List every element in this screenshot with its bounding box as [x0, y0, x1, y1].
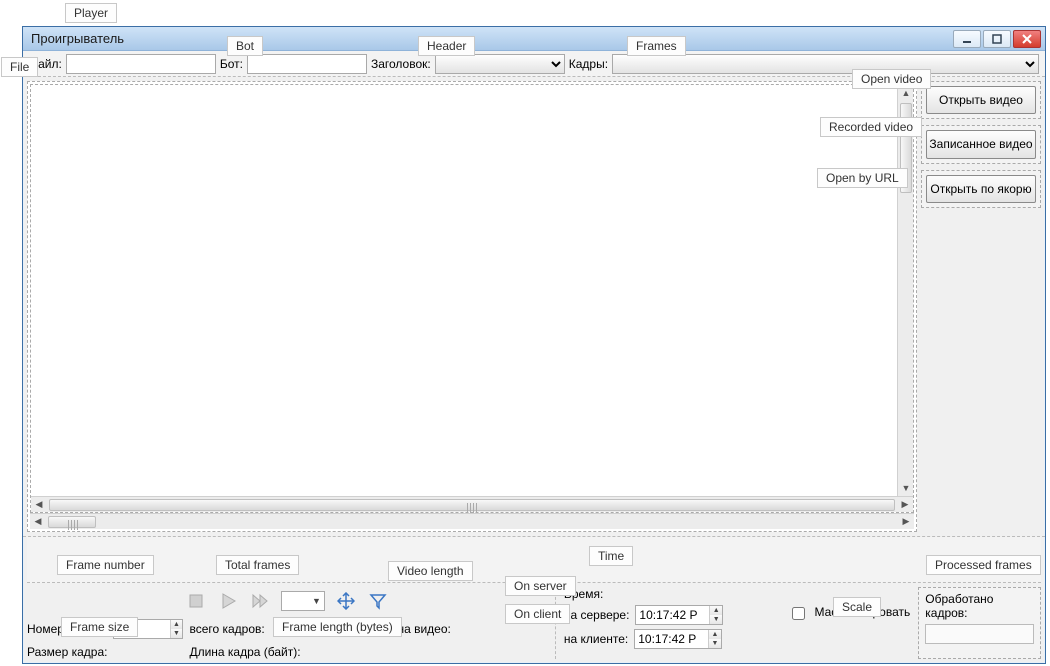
tag-player: Player [65, 3, 117, 23]
tag-frames: Frames [627, 36, 686, 56]
video-viewport [31, 85, 897, 496]
processed-label: Обработано кадров: [925, 592, 1034, 620]
speed-dropdown[interactable]: ▼ [281, 591, 325, 611]
minimize-button[interactable] [953, 30, 981, 48]
processed-column: Обработано кадров: [918, 587, 1041, 659]
open-video-button[interactable]: Открыть видео [926, 86, 1036, 114]
bot-label: Бот: [220, 57, 243, 71]
scroll-left-icon[interactable]: ◀ [31, 497, 47, 513]
frame-size-label: Размер кадра: [27, 645, 107, 659]
tag-recorded-video: Recorded video [820, 117, 922, 137]
recorded-video-panel: Записанное видео [921, 125, 1041, 163]
client-time-stepper[interactable]: ▲▼ [634, 629, 722, 649]
total-frames-label: всего кадров: [189, 622, 264, 636]
stepper-up-icon[interactable]: ▲ [171, 620, 183, 629]
tag-open-video: Open video [852, 69, 931, 89]
stepper-down-icon[interactable]: ▼ [171, 629, 183, 638]
tag-time: Time [589, 546, 633, 566]
tag-frame-length-bytes: Frame length (bytes) [273, 617, 402, 637]
frames-select[interactable] [612, 54, 1039, 74]
titlebar: Проигрыватель [23, 27, 1045, 51]
tag-file: File [1, 57, 38, 77]
stop-button[interactable] [185, 590, 207, 612]
time-heading: Время: [564, 587, 781, 601]
window-title: Проигрыватель [31, 31, 951, 46]
play-button[interactable] [217, 590, 239, 612]
stepper-down-icon[interactable]: ▼ [710, 615, 722, 624]
tag-total-frames: Total frames [216, 555, 299, 575]
scroll-left-icon[interactable]: ◀ [30, 514, 46, 530]
tag-open-by-url: Open by URL [817, 168, 908, 188]
stepper-up-icon[interactable]: ▲ [710, 606, 722, 615]
outer-scroll-horizontal[interactable]: ◀ ▶ [30, 513, 914, 529]
server-time-stepper[interactable]: ▲▼ [635, 605, 723, 625]
frames-label: Кадры: [569, 57, 608, 71]
server-time-input[interactable] [636, 606, 709, 624]
viewer-inner: ▲ ▼ ◀ ▶ [30, 84, 914, 513]
open-by-anchor-button[interactable]: Открыть по якорю [926, 175, 1036, 203]
bot-input[interactable] [247, 54, 367, 74]
viewport-scroll-horizontal[interactable]: ◀ ▶ [31, 496, 913, 512]
move-tool-icon[interactable] [335, 590, 357, 612]
main-row: ▲ ▼ ◀ ▶ ◀ ▶ [23, 77, 1045, 537]
tag-video-length: Video length [388, 561, 473, 581]
filter-icon[interactable] [367, 590, 389, 612]
file-input[interactable] [66, 54, 216, 74]
close-button[interactable] [1013, 30, 1041, 48]
time-column: Время: на сервере: ▲▼ на клиенте: ▲▼ [555, 587, 781, 659]
scroll-right-icon[interactable]: ▶ [897, 497, 913, 513]
tag-frame-size: Frame size [61, 617, 138, 637]
header-label: Заголовок: [371, 57, 431, 71]
tag-header: Header [418, 36, 475, 56]
open-by-anchor-panel: Открыть по якорю [921, 170, 1041, 208]
playback-toolbar: ▼ [27, 587, 547, 615]
tag-on-server: On server [505, 576, 576, 596]
fast-forward-button[interactable] [249, 590, 271, 612]
open-video-panel: Открыть видео [921, 81, 1041, 119]
tag-frame-number: Frame number [57, 555, 154, 575]
client-time-label: на клиенте: [564, 632, 628, 646]
tag-processed-frames: Processed frames [926, 555, 1041, 575]
server-time-label: на сервере: [564, 608, 630, 622]
stepper-down-icon[interactable]: ▼ [709, 639, 721, 648]
tag-bot: Bot [227, 36, 263, 56]
side-column: Открыть видео Записанное видео Открыть п… [921, 81, 1041, 532]
header-select[interactable] [435, 54, 565, 74]
recorded-video-button[interactable]: Записанное видео [926, 130, 1036, 158]
processed-value [925, 624, 1034, 644]
scroll-right-icon[interactable]: ▶ [898, 514, 914, 530]
tag-on-client: On client [505, 604, 570, 624]
viewer-outer: ▲ ▼ ◀ ▶ ◀ ▶ [27, 81, 917, 532]
maximize-button[interactable] [983, 30, 1011, 48]
viewer-column: ▲ ▼ ◀ ▶ ◀ ▶ [27, 81, 917, 532]
client-time-input[interactable] [635, 630, 708, 648]
frame-length-label: Длина кадра (байт): [189, 645, 370, 659]
viewport-scroll-vertical[interactable]: ▲ ▼ [897, 85, 913, 496]
tag-scale: Scale [833, 597, 881, 617]
scroll-down-icon[interactable]: ▼ [898, 480, 914, 496]
stepper-up-icon[interactable]: ▲ [709, 630, 721, 639]
scale-checkbox[interactable] [792, 607, 805, 620]
